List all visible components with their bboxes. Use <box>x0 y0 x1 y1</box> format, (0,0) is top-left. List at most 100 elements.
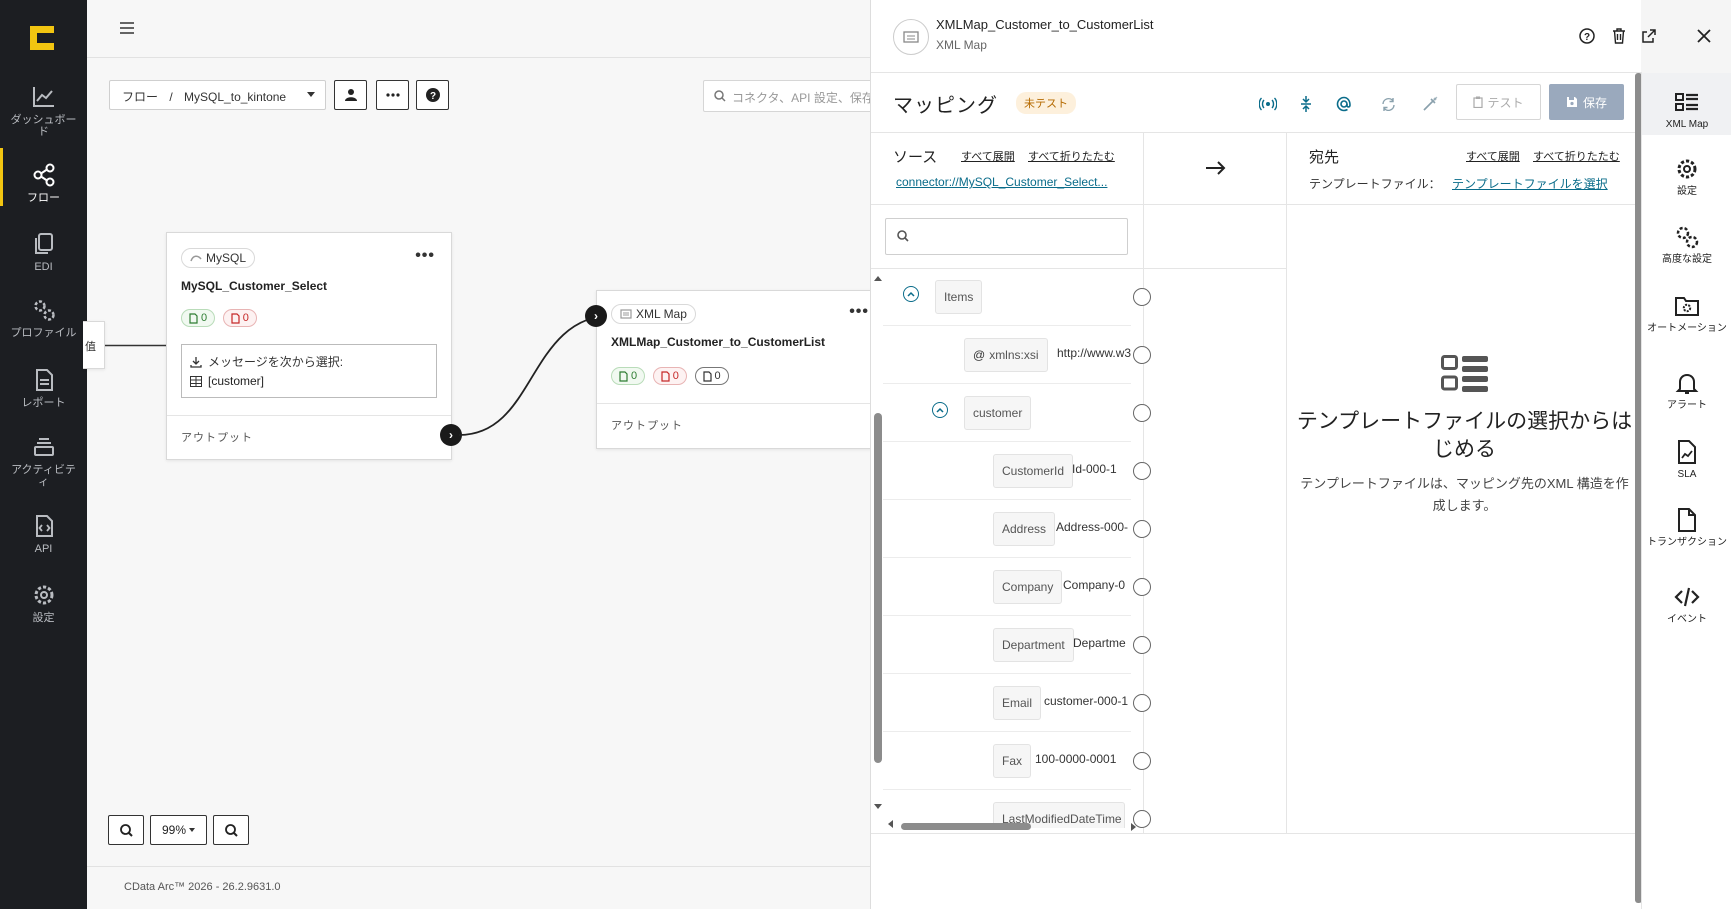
mysql-node[interactable]: MySQL ••• MySQL_Customer_Select 0 0 メッセー… <box>166 232 452 460</box>
rail-transactions[interactable]: トランザクション <box>1642 507 1731 548</box>
source-collapse-all-link[interactable]: すべて折りたたむ <box>1028 148 1115 164</box>
copy-icon <box>34 233 53 254</box>
tree-node-items[interactable]: Items <box>883 268 1131 326</box>
xmlmap-node[interactable]: XML Map ••• XMLMap_Customer_to_CustomerL… <box>596 290 878 449</box>
tree-node-address[interactable]: Address Address-000- <box>883 500 1131 558</box>
rail-automation[interactable]: オートメーション <box>1642 293 1731 334</box>
refresh-button[interactable] <box>1377 93 1399 115</box>
zoom-level: 99% <box>161 823 187 837</box>
flow-canvas[interactable]: フロー / MySQL_to_kintone ? コネクタ、API 設定、保存 … <box>83 0 878 909</box>
message-selection-box[interactable]: メッセージを次から選択: [customer] <box>181 344 437 398</box>
nav-profile[interactable]: プロファイル <box>0 297 87 339</box>
node-menu-button[interactable]: ••• <box>849 303 869 321</box>
nav-api[interactable]: API <box>0 513 87 555</box>
nav-api-label: API <box>34 543 53 555</box>
rail-alerts[interactable]: アラート <box>1642 370 1731 411</box>
pending-count[interactable]: 0 <box>694 367 729 385</box>
file-error-icon <box>661 370 670 382</box>
collapse-circle-icon[interactable] <box>932 402 948 418</box>
success-count[interactable]: 0 <box>181 309 216 327</box>
nav-report[interactable]: レポート <box>0 367 87 409</box>
node-type-label: XML Map <box>636 307 687 321</box>
mysql-icon <box>190 255 202 262</box>
help-button[interactable]: ? <box>1577 26 1597 46</box>
tree-node-customer[interactable]: customer <box>883 384 1131 442</box>
tree-node-fax[interactable]: Fax 100-0000-0001 <box>883 732 1131 790</box>
download-icon <box>190 356 202 368</box>
rail-xml-map[interactable]: XML Map <box>1642 73 1731 135</box>
output-label: アウトプット <box>611 420 683 432</box>
gear-icon <box>1677 159 1697 179</box>
tree-node-department[interactable]: Department Departme <box>883 616 1131 674</box>
at-icon: @ <box>973 348 986 362</box>
auto-map-button[interactable] <box>1419 93 1441 115</box>
breadcrumb-root[interactable]: フロー <box>122 90 158 104</box>
rail-settings[interactable]: 設定 <box>1642 156 1731 197</box>
tree-node-customerid[interactable]: CustomerId Id-000-1 <box>883 442 1131 500</box>
rail-advanced-settings[interactable]: 高度な設定 <box>1642 224 1731 265</box>
source-search-input[interactable] <box>885 218 1128 255</box>
error-count[interactable]: 0 <box>222 309 257 327</box>
tree-node-email[interactable]: Email customer-000-1 <box>883 674 1131 732</box>
rail-events[interactable]: イベント <box>1642 584 1731 625</box>
error-count[interactable]: 0 <box>652 367 687 385</box>
nav-dashboard[interactable]: ダッシュボード <box>0 84 87 138</box>
delete-button[interactable] <box>1609 26 1629 46</box>
menu-icon[interactable] <box>119 20 135 36</box>
zoom-in-button[interactable] <box>108 815 144 845</box>
zoom-out-icon <box>224 823 238 837</box>
scroll-right-icon[interactable] <box>1130 822 1138 832</box>
search-icon <box>714 90 726 102</box>
nav-edi[interactable]: EDI <box>0 231 87 273</box>
save-button[interactable]: 保存 <box>1549 84 1624 120</box>
tree-node-company[interactable]: Company Company-0 <box>883 558 1131 616</box>
tree-node-tag: Address <box>993 512 1056 546</box>
node-menu-button[interactable]: ••• <box>415 247 435 265</box>
message-table: [customer] <box>208 374 265 388</box>
broadcast-button[interactable] <box>1257 93 1279 115</box>
cdata-logo[interactable] <box>28 24 56 52</box>
file-check-icon <box>189 312 198 324</box>
tree-node-xmlns-xsi[interactable]: @ xmlns:xsi http://www.w3 <box>883 326 1131 384</box>
nav-settings[interactable]: 設定 <box>0 582 87 624</box>
close-button[interactable] <box>1694 26 1714 46</box>
rail-sla[interactable]: SLA <box>1642 439 1731 480</box>
previous-node-stub[interactable]: 值 <box>83 321 105 369</box>
file-code-icon <box>35 515 53 537</box>
nav-activity[interactable]: アクティビティ <box>0 434 87 488</box>
source-heading: ソース <box>893 149 938 166</box>
user-button[interactable] <box>334 80 367 110</box>
source-connector-link[interactable]: connector://MySQL_Customer_Select... <box>896 175 1126 189</box>
dest-expand-all-link[interactable]: すべて展開 <box>1466 148 1520 164</box>
connection-line <box>458 314 616 436</box>
collapse-rows-button[interactable] <box>1295 93 1317 115</box>
dest-collapse-all-link[interactable]: すべて折りたたむ <box>1533 148 1620 164</box>
mapping-arrow-column <box>1144 133 1287 833</box>
open-external-button[interactable] <box>1639 26 1659 46</box>
collapse-circle-icon[interactable] <box>903 286 919 302</box>
nav-flow[interactable]: フロー <box>0 148 87 206</box>
zoom-out-button[interactable] <box>213 815 249 845</box>
more-options-button[interactable] <box>376 80 409 110</box>
table-icon <box>190 375 202 387</box>
select-template-link[interactable]: テンプレートファイルを選択 <box>1452 175 1608 192</box>
zoom-level-select[interactable]: 99% <box>150 815 207 845</box>
empty-state-description: テンプレートファイルは、マッピング先のXML 構造を作成します。 <box>1300 476 1629 513</box>
source-expand-all-link[interactable]: すべて展開 <box>961 148 1015 164</box>
chevron-down-icon[interactable] <box>307 92 315 97</box>
xmlmap-connector-icon <box>893 19 929 55</box>
attribute-button[interactable] <box>1333 93 1355 115</box>
source-horizontal-scrollbar[interactable] <box>901 823 1031 830</box>
connector-search-input[interactable]: コネクタ、API 設定、保存 <box>703 80 873 112</box>
tree-node-tag: @ xmlns:xsi <box>964 338 1048 372</box>
input-port[interactable]: › <box>585 305 607 327</box>
bell-icon <box>1675 373 1699 394</box>
test-button[interactable]: テスト <box>1456 84 1541 120</box>
svg-text:?: ? <box>1584 32 1590 43</box>
success-count[interactable]: 0 <box>611 367 646 385</box>
output-label: アウトプット <box>181 432 253 444</box>
help-button[interactable]: ? <box>416 80 449 110</box>
breadcrumb[interactable]: フロー / MySQL_to_kintone <box>109 80 326 110</box>
tree-node-tag: Company <box>993 570 1063 604</box>
source-tree: Items @ xmlns:xsi http://www.w3 customer … <box>871 268 1144 828</box>
